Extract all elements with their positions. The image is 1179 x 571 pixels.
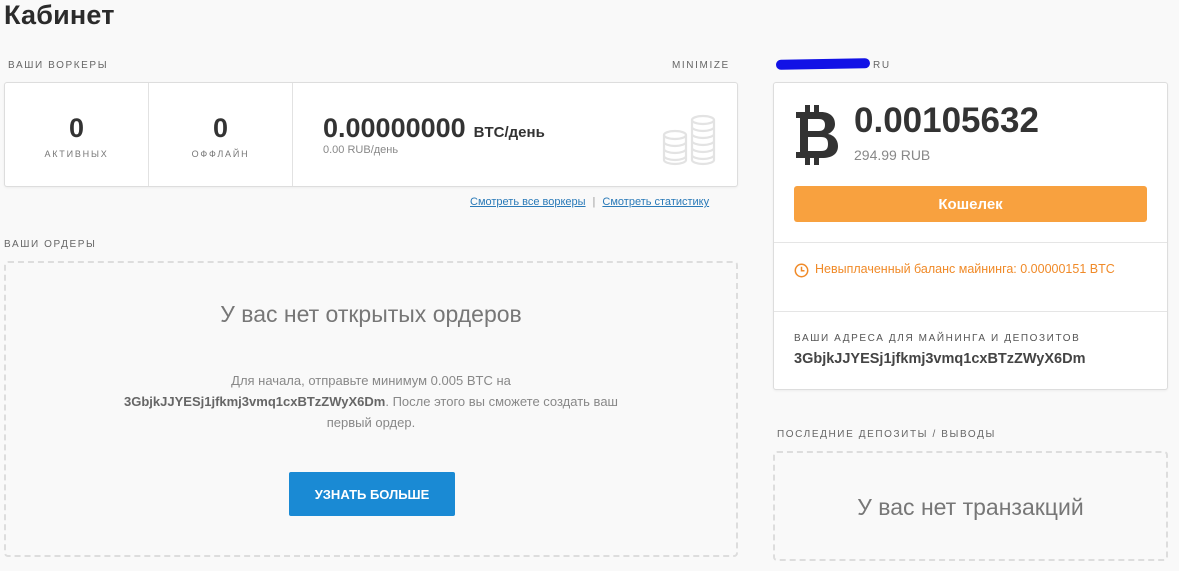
active-workers-label: АКТИВНЫХ: [44, 149, 109, 159]
balance-btc: 0.00105632: [854, 101, 1039, 140]
orders-section-label: ВАШИ ОРДЕРЫ: [4, 239, 97, 250]
offline-workers-count: 0: [212, 113, 229, 143]
deposits-empty-box: У вас нет транзакций: [773, 451, 1168, 561]
coins-stack-icon: [661, 113, 717, 172]
offline-workers-stat: 0 ОФФЛАЙН: [149, 83, 293, 186]
balance-rub: 294.99 RUB: [854, 147, 931, 163]
link-separator: |: [592, 196, 596, 208]
orders-hint-text: Для начала, отправьте минимум 0.005 BTC …: [106, 370, 636, 433]
divider: [774, 311, 1167, 312]
wallet-button[interactable]: Кошелек: [794, 186, 1147, 222]
earnings-cell: 0.00000000 BTC/день 0.00 RUB/день: [293, 83, 737, 186]
active-workers-stat: 0 АКТИВНЫХ: [5, 83, 149, 186]
bitcoin-icon: [794, 105, 840, 170]
minimize-button[interactable]: MINIMIZE: [672, 60, 730, 71]
workers-card: 0 АКТИВНЫХ 0 ОФФЛАЙН 0.00000000 BTC/день…: [4, 82, 738, 187]
orders-empty-box: У вас нет открытых ордеров Для начала, о…: [4, 261, 738, 557]
orders-hint-prefix: Для начала, отправьте минимум 0.005 BTC …: [231, 373, 511, 388]
active-workers-count: 0: [68, 113, 85, 143]
worker-links: Смотреть все воркеры | Смотреть статистику: [470, 196, 709, 208]
account-label-suffix: RU: [873, 60, 891, 71]
unpaid-balance-notice: Невыплаченный баланс майнинга: 0.0000015…: [794, 262, 1134, 281]
orders-hint-address: 3GbjkJJYESj1jfkmj3vmq1cxBTzZWyX6Dm: [124, 394, 386, 409]
workers-section-label: ВАШИ ВОРКЕРЫ: [8, 60, 109, 71]
learn-more-button[interactable]: УЗНАТЬ БОЛЬШЕ: [289, 472, 455, 516]
balance-card: 0.00105632 294.99 RUB Кошелек Невыплачен…: [773, 82, 1168, 390]
deposits-section-label: ПОСЛЕДНИЕ ДЕПОЗИТЫ / ВЫВОДЫ: [777, 429, 996, 440]
offline-workers-label: ОФФЛАЙН: [191, 149, 250, 159]
earnings-unit: BTC/день: [473, 124, 545, 141]
mining-address-value: 3GbjkJJYESj1jfkmj3vmq1cxBTzZWyX6Dm: [794, 351, 1086, 367]
deposits-empty-text: У вас нет транзакций: [857, 494, 1084, 520]
view-all-workers-link[interactable]: Смотреть все воркеры: [470, 196, 586, 208]
page-title: Кабинет: [4, 0, 115, 30]
divider: [774, 242, 1167, 243]
unpaid-balance-text: Невыплаченный баланс майнинга: 0.0000015…: [815, 262, 1115, 276]
redaction-mark: [775, 58, 871, 70]
clock-icon: [794, 263, 809, 281]
view-statistics-link[interactable]: Смотреть статистику: [602, 196, 709, 208]
mining-address-label: ВАШИ АДРЕСА ДЛЯ МАЙНИНГА И ДЕПОЗИТОВ: [794, 333, 1081, 344]
earnings-value: 0.00000000: [323, 113, 466, 143]
orders-empty-title: У вас нет открытых ордеров: [220, 301, 522, 327]
